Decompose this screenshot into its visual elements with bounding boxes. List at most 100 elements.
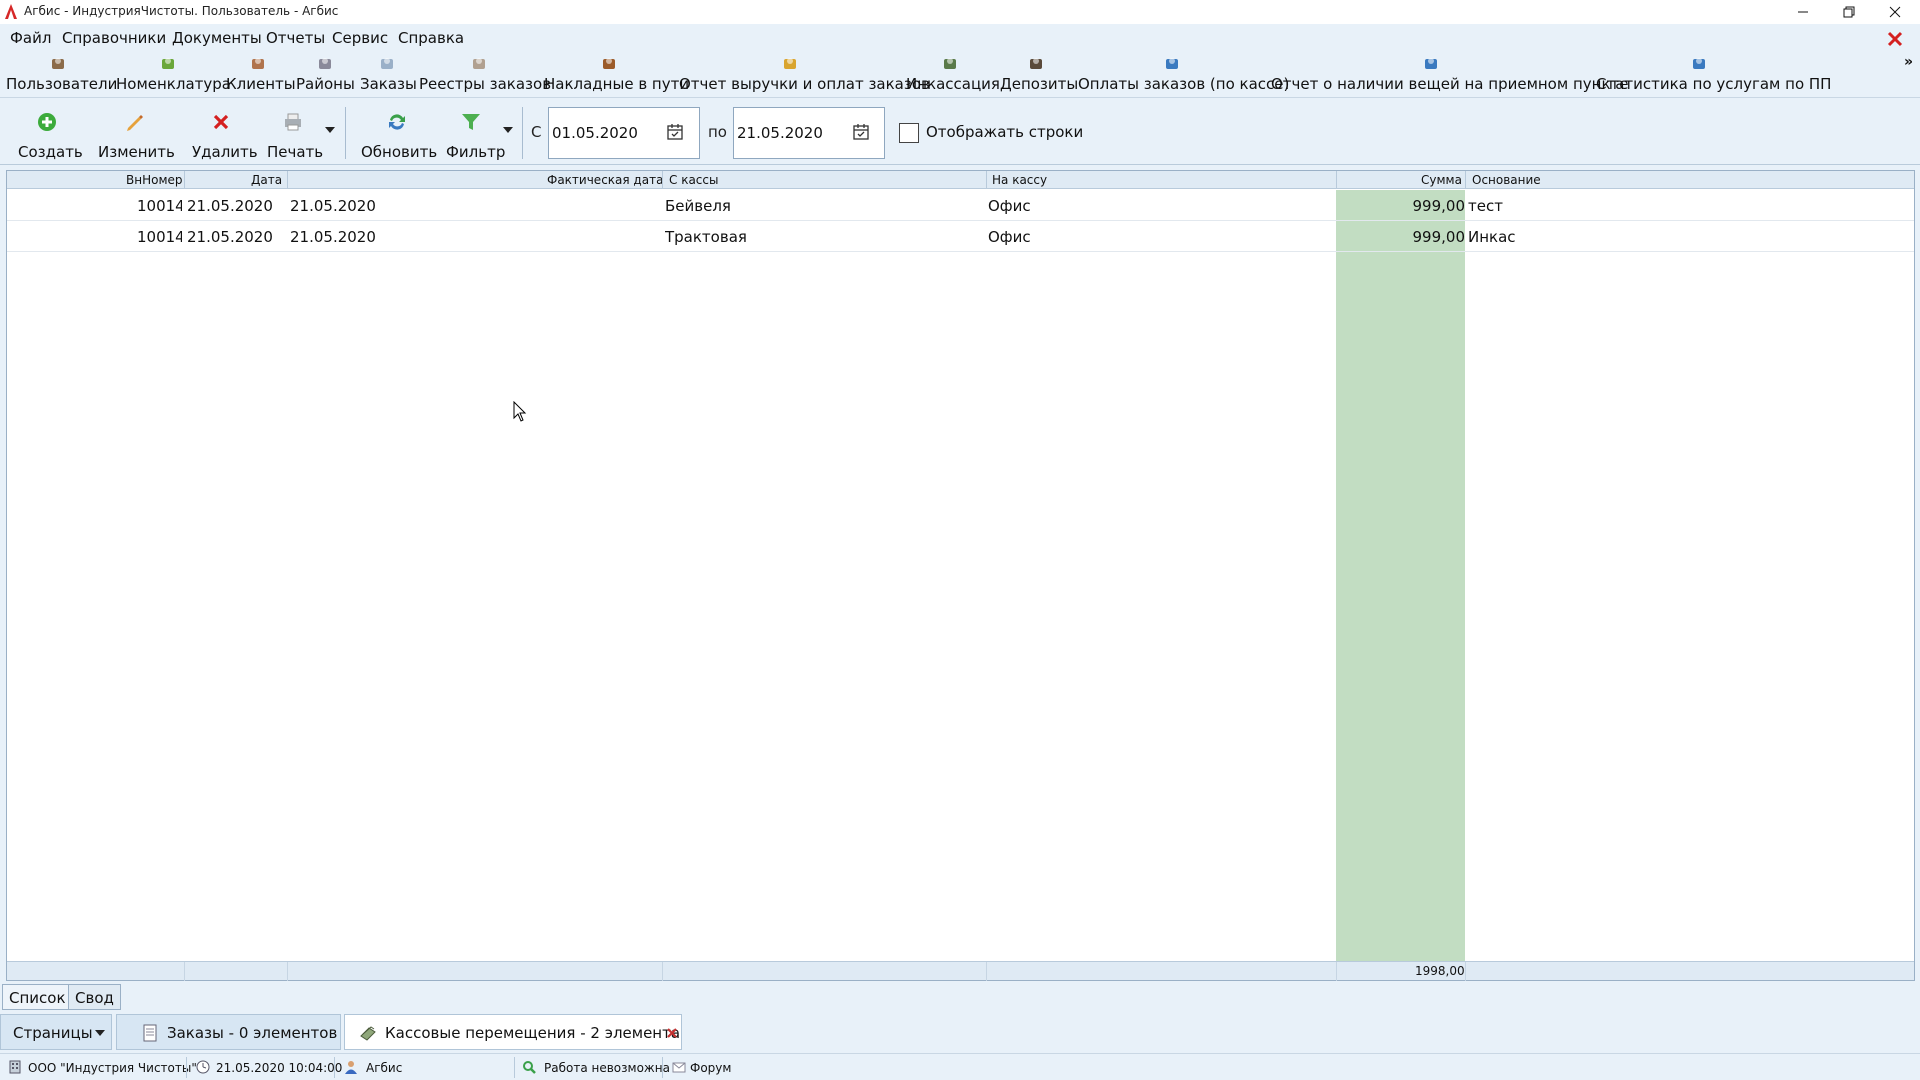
filter-dropdown-icon[interactable]	[503, 127, 513, 133]
items-report-icon	[1425, 58, 1437, 69]
header-separator[interactable]	[287, 171, 288, 189]
edit-label: Изменить	[98, 143, 175, 161]
page-tab-cash-transfers-label: Кассовые перемещения - 2 элемента	[385, 1024, 681, 1042]
nav-payments[interactable]: Оплаты заказов (по кассе)	[1078, 52, 1289, 98]
nav-revenue-report[interactable]: Отчет выручки и оплат заказов	[679, 52, 930, 98]
filter-icon	[462, 114, 480, 130]
header-separator[interactable]	[184, 171, 185, 189]
nav-label: Отчет о наличии вещей на приемном пункте	[1271, 75, 1629, 93]
window-title: Агбис - ИндустрияЧистоты. Пользователь -…	[24, 4, 339, 18]
date-to-field[interactable]: 21.05.2020	[733, 107, 885, 159]
menu-references[interactable]: Справочники	[62, 29, 166, 47]
nav-services-stats[interactable]: Статистика по услугам по ПП	[1596, 52, 1831, 98]
calendar-icon[interactable]	[852, 123, 870, 141]
header-separator[interactable]	[662, 171, 663, 189]
header-date[interactable]: Дата	[251, 173, 282, 187]
menu-service[interactable]: Сервис	[332, 29, 388, 47]
nav-collection[interactable]: Инкассация	[906, 52, 1000, 98]
districts-icon	[319, 58, 331, 69]
plus-icon	[38, 113, 56, 131]
edit-button[interactable]: Изменить	[94, 109, 178, 161]
refresh-label: Обновить	[361, 143, 438, 161]
status-separator	[514, 1057, 515, 1078]
nav-label: Депозиты	[1000, 75, 1079, 93]
status-bar: ООО "Индустрия Чистоты" 21.05.2020 10:04…	[0, 1053, 1920, 1080]
status-separator	[186, 1057, 187, 1078]
cell-fact-date: 21.05.2020	[290, 197, 376, 215]
menu-bar: Файл Справочники Документы Отчеты Сервис Спра…	[0, 24, 1920, 52]
print-button[interactable]: Печать	[264, 109, 342, 161]
pages-label: Страницы	[13, 1024, 93, 1042]
cell-sum: 999,00	[1412, 228, 1466, 246]
footer-separator	[1336, 962, 1337, 981]
header-basis[interactable]: Основание	[1472, 173, 1541, 187]
delete-button[interactable]: Удалить	[186, 109, 258, 161]
nav-waybills[interactable]: Накладные в пути	[544, 52, 689, 98]
menu-reports[interactable]: Отчеты	[266, 29, 325, 47]
cell-date: 21.05.2020	[187, 228, 273, 246]
nav-label: Клиенты	[226, 75, 296, 93]
filter-label: Фильтр	[446, 143, 506, 161]
header-num[interactable]: ВнНомер	[126, 173, 183, 187]
cell-num: 100146	[137, 228, 182, 246]
nav-districts[interactable]: Районы	[296, 52, 355, 98]
delete-icon	[213, 114, 229, 130]
refresh-button[interactable]: Обновить	[356, 109, 438, 161]
printer-icon	[285, 113, 301, 131]
page-tab-orders[interactable]: Заказы - 0 элементов	[116, 1014, 341, 1050]
calendar-icon[interactable]	[666, 123, 684, 141]
table-row[interactable]: 100146 21.05.2020 21.05.2020 Трактовая О…	[7, 221, 1914, 252]
grid-footer: 1998,00	[7, 961, 1914, 981]
page-tab-cash-transfers[interactable]: Кассовые перемещения - 2 элемента	[344, 1014, 682, 1050]
nav-clients[interactable]: Клиенты	[226, 52, 296, 98]
header-sum[interactable]: Сумма	[1421, 173, 1462, 187]
pages-dropdown-icon	[95, 1030, 105, 1036]
header-from-cash[interactable]: С кассы	[669, 173, 718, 187]
nav-deposits[interactable]: Депозиты	[1000, 52, 1078, 98]
menu-documents[interactable]: Документы	[172, 29, 262, 47]
cell-basis: тест	[1468, 197, 1503, 215]
header-fact-date[interactable]: Фактическая дата	[547, 173, 663, 187]
date-from-field[interactable]: 01.05.2020	[548, 107, 700, 159]
date-to-label: по	[708, 123, 727, 141]
navigation-bar: Пользователи Номенклатура Клиенты Районы Зак…	[0, 52, 1920, 98]
pencil-icon	[127, 115, 143, 131]
nav-orders[interactable]: Заказы	[360, 52, 417, 98]
nav-users[interactable]: Пользователи	[6, 52, 117, 98]
create-button[interactable]: Создать	[6, 109, 86, 161]
print-dropdown-icon[interactable]	[325, 127, 335, 133]
menu-help[interactable]: Справка	[398, 29, 464, 47]
nav-order-registers[interactable]: Реестры заказов	[419, 52, 551, 98]
close-window-button[interactable]	[1872, 0, 1918, 24]
refresh-icon	[389, 114, 405, 130]
menu-file[interactable]: Файл	[10, 29, 51, 47]
cell-from-cash: Трактовая	[665, 228, 747, 246]
tab-list[interactable]: Список	[2, 984, 73, 1010]
clients-icon	[252, 58, 264, 69]
more-chevron-icon[interactable]: »	[1904, 54, 1913, 70]
header-separator[interactable]	[986, 171, 987, 189]
user-icon	[345, 1061, 357, 1074]
nav-label: Отчет выручки и оплат заказов	[679, 75, 930, 93]
status-user-text: Агбис	[366, 1061, 403, 1075]
nav-label: Накладные в пути	[544, 75, 690, 93]
cell-basis: Инкас	[1468, 228, 1516, 246]
table-row[interactable]: 100145 21.05.2020 21.05.2020 Бейвеля Офи…	[7, 190, 1914, 221]
close-document-icon[interactable]	[1884, 28, 1906, 50]
nav-nomenclature[interactable]: Номенклатура	[116, 52, 231, 98]
minimize-button[interactable]	[1780, 0, 1826, 24]
header-separator[interactable]	[1336, 171, 1337, 189]
close-tab-icon[interactable]	[666, 1027, 678, 1039]
show-rows-checkbox[interactable]	[899, 123, 919, 143]
nav-items-report[interactable]: Отчет о наличии вещей на приемном пункте	[1271, 52, 1628, 98]
page-tabs-bar: Страницы Заказы - 0 элементов Кассовые п…	[0, 1013, 1920, 1051]
tab-summary[interactable]: Свод	[68, 984, 121, 1010]
nomenclature-icon	[162, 58, 174, 69]
header-to-cash[interactable]: На кассу	[992, 173, 1047, 187]
header-separator[interactable]	[1465, 171, 1466, 189]
app-logo-icon	[3, 3, 19, 20]
status-work-text: Работа невозможна	[544, 1061, 670, 1075]
filter-button[interactable]: Фильтр	[444, 109, 516, 161]
pages-dropdown-button[interactable]: Страницы	[0, 1014, 112, 1050]
restore-button[interactable]	[1826, 0, 1872, 24]
